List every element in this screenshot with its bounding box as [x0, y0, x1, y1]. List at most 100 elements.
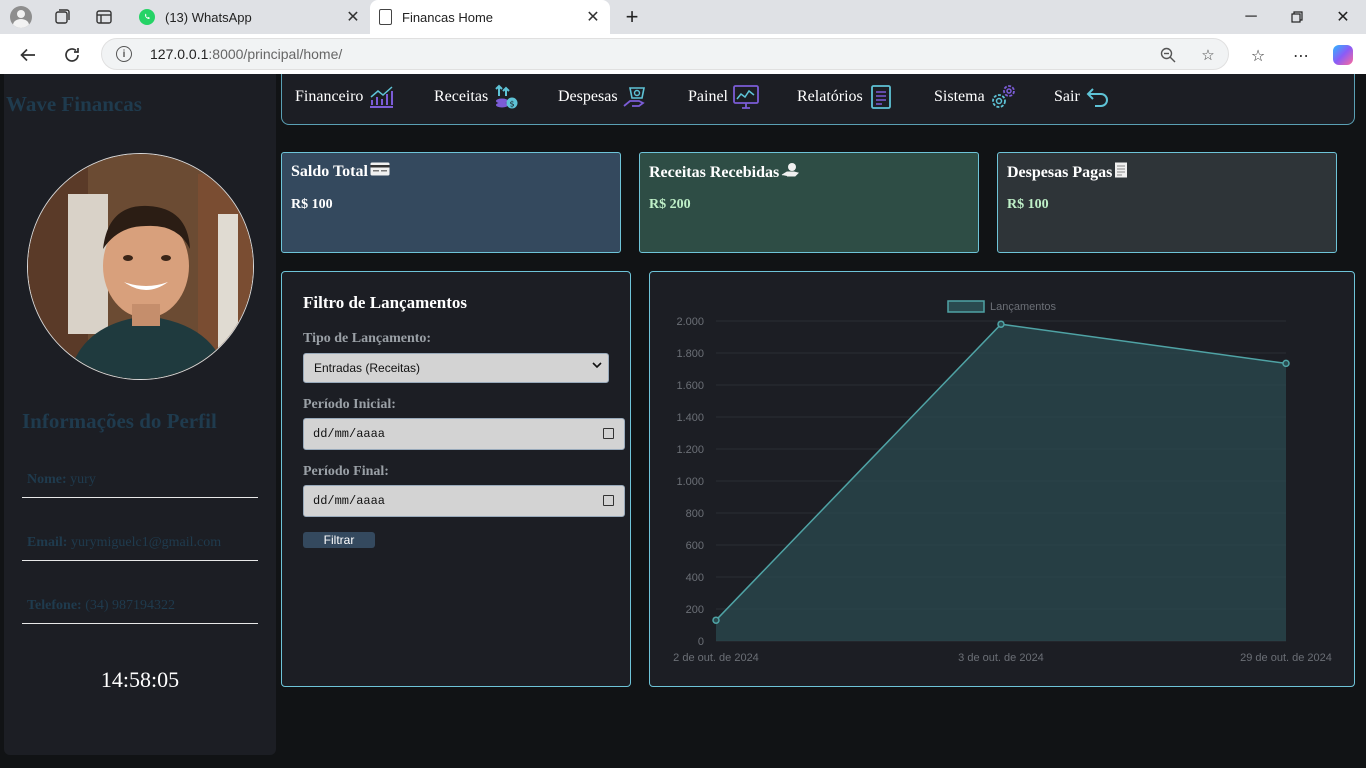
more-menu-icon[interactable]: ⋯ — [1290, 44, 1312, 66]
filter-title: Filtro de Lançamentos — [303, 293, 468, 312]
tab-title: (13) WhatsApp — [165, 9, 252, 25]
nav-label: Financeiro — [295, 88, 364, 105]
launch-chart: 0 200 400 600 800 1.000 1.200 1.400 1.600 1.800 2.… — [673, 300, 1332, 664]
logout-arrow-icon — [1084, 83, 1112, 111]
end-date-input[interactable]: dd/mm/aaaa — [303, 485, 625, 517]
dashboard-icon — [732, 83, 760, 111]
favorites-icon[interactable]: ☆ — [1247, 44, 1269, 66]
phone-label: Telefone: — [27, 598, 82, 613]
sidebar: Wave Financas Informações do Perfil Nome… — [4, 74, 276, 755]
profile-email-line: Email: yurymiguelc1@gmail.com — [22, 513, 258, 561]
tab-whatsapp[interactable]: (13) WhatsApp ✕ — [130, 0, 370, 34]
avatar — [27, 153, 254, 380]
email-value: yurymiguelc1@gmail.com — [70, 535, 222, 550]
name-value: yury — [70, 472, 96, 487]
favorite-star-icon[interactable]: ☆ — [1198, 45, 1218, 65]
url-text: 127.0.0.1:8000/principal/home/ — [150, 46, 343, 62]
copilot-icon[interactable] — [1332, 44, 1354, 66]
data-point — [1282, 359, 1290, 368]
collections-icon[interactable] — [51, 6, 73, 28]
card-value: R$ 200 — [649, 197, 691, 212]
top-navigation: Financeiro Receitas $ Despesas Painel Re… — [281, 74, 1355, 125]
start-date-label: Período Inicial: — [303, 397, 396, 412]
legend-label: Lançamentos — [990, 301, 1057, 313]
page-icon — [379, 9, 392, 25]
nav-label: Relatórios — [797, 88, 863, 105]
clock: 14:58:05 — [100, 667, 180, 692]
nav-financeiro[interactable]: Financeiro — [295, 82, 395, 112]
site-info-icon[interactable]: i — [116, 46, 132, 62]
report-icon — [867, 83, 895, 111]
card-receitas-recebidas: Receitas Recebidas R$ 200 — [639, 152, 979, 253]
credit-card-icon — [370, 162, 390, 181]
new-tab-icon[interactable]: + — [620, 4, 644, 29]
calendar-icon[interactable] — [603, 495, 614, 506]
nav-label: Painel — [688, 88, 728, 105]
y-tick-label: 2.000 — [676, 316, 704, 328]
date-placeholder: dd/mm/aaaa — [313, 494, 386, 508]
profile-button[interactable] — [10, 6, 32, 28]
chevron-down-icon — [592, 361, 602, 372]
type-label: Tipo de Lançamento: — [303, 331, 432, 346]
y-tick-label: 1.000 — [676, 476, 704, 488]
card-title: Saldo Total — [291, 162, 368, 180]
gears-icon — [989, 83, 1017, 111]
x-tick-label: 29 de out. de 2024 — [1240, 652, 1332, 664]
profile-phone-line: Telefone: (34) 987194322 — [22, 576, 258, 624]
whatsapp-icon — [139, 9, 155, 25]
calendar-icon[interactable] — [603, 428, 614, 439]
profile-name-line: Nome: yury — [22, 450, 258, 498]
end-date-label: Período Final: — [303, 464, 389, 479]
card-title: Despesas Pagas — [1007, 163, 1113, 181]
money-up-icon: $ — [492, 83, 520, 111]
nav-despesas[interactable]: Despesas — [558, 82, 650, 112]
y-tick-label: 1.600 — [676, 380, 704, 392]
nav-sair[interactable]: Sair — [1054, 82, 1112, 112]
tab-title: Financas Home — [402, 9, 494, 25]
data-point — [997, 320, 1005, 328]
svg-text:$: $ — [510, 100, 515, 109]
card-saldo-total: Saldo Total R$ 100 — [281, 152, 621, 253]
minimize-icon[interactable]: ─ — [1228, 0, 1274, 34]
browser-tab-strip: (13) WhatsApp ✕ Financas Home ✕ + ─ ✕ — [0, 0, 1366, 34]
legend-swatch — [947, 300, 985, 313]
data-point — [712, 616, 720, 624]
restore-icon[interactable] — [1274, 0, 1320, 34]
date-placeholder: dd/mm/aaaa — [313, 427, 386, 441]
address-bar[interactable]: i 127.0.0.1:8000/principal/home/ ☆ — [101, 38, 1229, 70]
card-title: Receitas Recebidas — [649, 163, 780, 181]
card-value: R$ 100 — [291, 197, 333, 212]
nav-sistema[interactable]: Sistema — [934, 82, 1017, 112]
close-window-icon[interactable]: ✕ — [1320, 0, 1366, 34]
back-icon[interactable] — [15, 42, 41, 68]
close-tab-icon[interactable]: ✕ — [342, 6, 364, 28]
zoom-icon[interactable] — [1158, 45, 1178, 65]
hand-money-icon — [622, 83, 650, 111]
receipt-icon — [1114, 162, 1128, 183]
nav-label: Receitas — [434, 88, 489, 105]
filter-button[interactable]: Filtrar — [303, 532, 375, 548]
start-date-input[interactable]: dd/mm/aaaa — [303, 418, 625, 450]
card-value: R$ 100 — [1007, 197, 1049, 212]
tab-actions-icon[interactable] — [93, 6, 115, 28]
profile-info-title: Informações do Perfil — [22, 409, 217, 433]
chart-growth-icon — [367, 83, 395, 111]
email-label: Email: — [27, 535, 68, 550]
close-tab-icon[interactable]: ✕ — [582, 6, 604, 28]
brand-title: Wave Financas — [6, 92, 142, 116]
nav-label: Sair — [1054, 88, 1080, 105]
nav-receitas[interactable]: Receitas $ — [434, 82, 520, 112]
nav-painel[interactable]: Painel — [688, 82, 760, 112]
filter-panel: Filtro de Lançamentos Tipo de Lançamento… — [281, 271, 631, 687]
card-despesas-pagas: Despesas Pagas R$ 100 — [997, 152, 1337, 253]
y-tick-label: 800 — [686, 508, 704, 520]
nav-label: Sistema — [934, 88, 985, 105]
tab-financas-home[interactable]: Financas Home ✕ — [370, 0, 610, 34]
nav-relatorios[interactable]: Relatórios — [797, 82, 895, 112]
x-tick-label: 3 de out. de 2024 — [958, 652, 1044, 664]
nav-label: Despesas — [558, 88, 618, 105]
browser-toolbar: i 127.0.0.1:8000/principal/home/ ☆ ☆ ⋯ — [0, 34, 1366, 74]
refresh-icon[interactable] — [59, 42, 85, 68]
select-value: Entradas (Receitas) — [314, 361, 421, 375]
launch-type-select[interactable]: Entradas (Receitas) — [303, 353, 609, 383]
